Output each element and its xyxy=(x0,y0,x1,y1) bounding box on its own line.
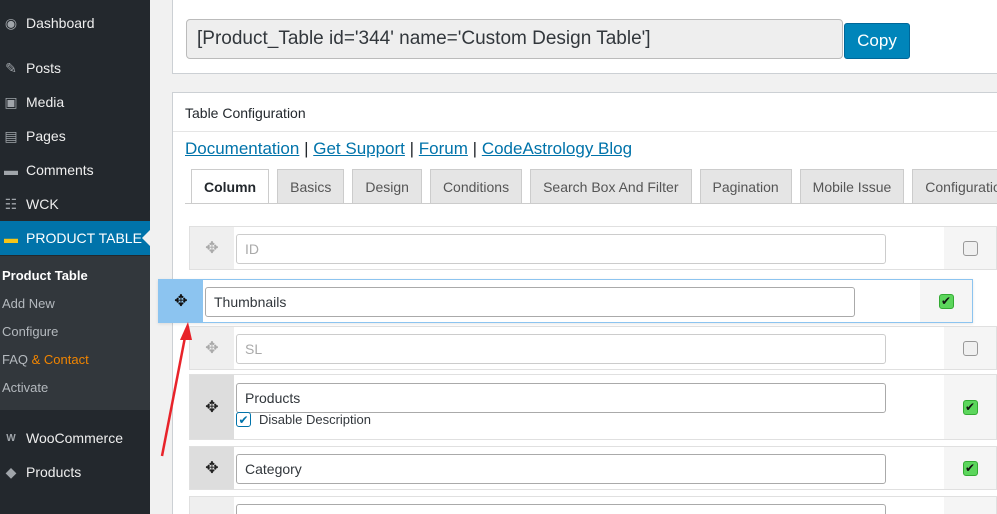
drag-handle[interactable]: ✥ xyxy=(190,375,234,439)
column-row-id: ✥ xyxy=(189,226,997,270)
column-thumbnails-input[interactable] xyxy=(205,287,855,317)
drag-handle[interactable]: ✥ xyxy=(190,227,234,269)
checkbox-cell xyxy=(944,497,996,514)
column-row-category: ✥ ✔ xyxy=(189,446,997,490)
faq-label: FAQ xyxy=(2,352,29,367)
tab-design[interactable]: Design xyxy=(352,169,422,204)
forum-link[interactable]: Forum xyxy=(419,139,468,158)
support-link[interactable]: Get Support xyxy=(313,139,405,158)
admin-sidebar: ◉ Dashboard ✎ Posts ▣ Media ▤ Pages ▬ Co… xyxy=(0,0,150,514)
tab-search-box[interactable]: Search Box And Filter xyxy=(530,169,692,204)
menu-label: Dashboard xyxy=(26,15,95,31)
menu-media[interactable]: ▣ Media xyxy=(0,85,150,119)
submenu-activate[interactable]: Activate xyxy=(2,380,48,395)
disable-description-checkbox[interactable]: ✔ xyxy=(236,412,251,427)
product-table-submenu: Product Table Add New Configure FAQ & Co… xyxy=(0,256,150,410)
column-row-sl: ✥ xyxy=(189,326,997,370)
tabs-underline xyxy=(185,203,997,204)
menu-pages[interactable]: ▤ Pages xyxy=(0,119,150,153)
move-icon: ✥ xyxy=(174,293,188,310)
pages-icon: ▤ xyxy=(4,127,18,144)
column-category-input[interactable] xyxy=(236,454,886,484)
drag-handle[interactable]: ✥ xyxy=(190,327,234,369)
tab-conditions[interactable]: Conditions xyxy=(429,169,523,204)
tab-mobile-issue[interactable]: Mobile Issue xyxy=(799,169,905,204)
checkbox-cell: ✔ xyxy=(944,447,996,489)
drag-handle[interactable]: ✥ xyxy=(190,447,234,489)
product-table-icon: ▬ xyxy=(4,230,18,246)
woocommerce-icon: W xyxy=(6,432,16,444)
pin-icon: ✎ xyxy=(5,59,17,76)
menu-label: Comments xyxy=(26,162,94,178)
submenu-configure[interactable]: Configure xyxy=(2,324,58,339)
checkbox-cell xyxy=(944,227,996,269)
drag-handle[interactable]: ✥ xyxy=(159,280,203,322)
menu-label: Pages xyxy=(26,128,66,144)
disable-description-option[interactable]: ✔ Disable Description xyxy=(236,412,371,427)
column-category-checkbox[interactable]: ✔ xyxy=(962,460,978,476)
documentation-link[interactable]: Documentation xyxy=(185,139,299,158)
menu-label: Products xyxy=(26,464,82,480)
checkbox-cell: ✔ xyxy=(920,280,972,322)
disable-description-label: Disable Description xyxy=(259,412,371,427)
tab-basics[interactable]: Basics xyxy=(277,169,345,204)
config-title: Table Configuration xyxy=(185,105,306,121)
shortcode-box: Copy xyxy=(172,0,997,74)
menu-label: WCK xyxy=(26,196,59,212)
dashboard-icon: ◉ xyxy=(4,14,18,31)
tab-pagination[interactable]: Pagination xyxy=(699,169,792,204)
tab-column[interactable]: Column xyxy=(191,169,270,204)
column-row-products: ✥ ✔ Disable Description ✔ xyxy=(189,374,997,440)
move-icon: ✥ xyxy=(205,460,219,477)
column-sl-checkbox[interactable] xyxy=(962,340,978,356)
column-products-checkbox[interactable]: ✔ xyxy=(962,399,978,415)
menu-label: Media xyxy=(26,94,65,110)
submenu-product-table[interactable]: Product Table xyxy=(2,268,88,283)
blog-link[interactable]: CodeAstrology Blog xyxy=(482,139,632,158)
menu-label: Posts xyxy=(26,60,62,76)
link-separator: | xyxy=(304,139,309,158)
menu-dashboard[interactable]: ◉ Dashboard xyxy=(0,6,150,40)
divider xyxy=(173,131,997,132)
media-icon: ▣ xyxy=(4,93,18,110)
link-separator: | xyxy=(472,139,478,158)
column-row-partial xyxy=(189,496,997,514)
column-id-input[interactable] xyxy=(236,234,886,264)
products-icon: ◆ xyxy=(5,463,17,480)
drag-handle[interactable] xyxy=(190,497,234,514)
menu-label: PRODUCT TABLE xyxy=(26,230,142,246)
move-icon: ✥ xyxy=(205,240,219,257)
config-tabs: Column Basics Design Conditions Search B… xyxy=(191,169,997,204)
menu-product-table[interactable]: ▬ PRODUCT TABLE xyxy=(0,221,150,255)
shortcode-input[interactable] xyxy=(186,19,843,59)
tab-configuration[interactable]: Configuration xyxy=(912,169,997,204)
column-row-thumbnails: ✥ ✔ xyxy=(158,279,973,323)
menu-label: WooCommerce xyxy=(26,430,123,446)
comment-icon: ▬ xyxy=(4,162,18,178)
column-partial-input[interactable] xyxy=(236,504,886,514)
column-sl-input[interactable] xyxy=(236,334,886,364)
link-separator: | xyxy=(409,139,415,158)
submenu-add-new[interactable]: Add New xyxy=(2,296,55,311)
menu-wck[interactable]: ☷ WCK xyxy=(0,187,150,221)
help-links: Documentation | Get Support | Forum | Co… xyxy=(185,139,632,159)
checkbox-cell: ✔ xyxy=(944,375,996,439)
menu-products[interactable]: ◆ Products xyxy=(0,455,150,489)
menu-woocommerce[interactable]: W WooCommerce xyxy=(0,421,150,455)
column-products-input[interactable] xyxy=(236,383,886,413)
copy-button[interactable]: Copy xyxy=(844,23,910,59)
checkbox-cell xyxy=(944,327,996,369)
column-thumbnails-checkbox[interactable]: ✔ xyxy=(938,293,954,309)
main-content: Copy Table Configuration Documentation |… xyxy=(150,0,997,514)
column-id-checkbox[interactable] xyxy=(962,240,978,256)
submenu-faq-contact[interactable]: FAQ & Contact xyxy=(2,352,89,367)
wck-icon: ☷ xyxy=(4,195,18,212)
contact-label: & Contact xyxy=(31,352,89,367)
move-icon: ✥ xyxy=(205,399,219,416)
menu-comments[interactable]: ▬ Comments xyxy=(0,153,150,187)
menu-posts[interactable]: ✎ Posts xyxy=(0,51,150,85)
move-icon: ✥ xyxy=(205,340,219,357)
